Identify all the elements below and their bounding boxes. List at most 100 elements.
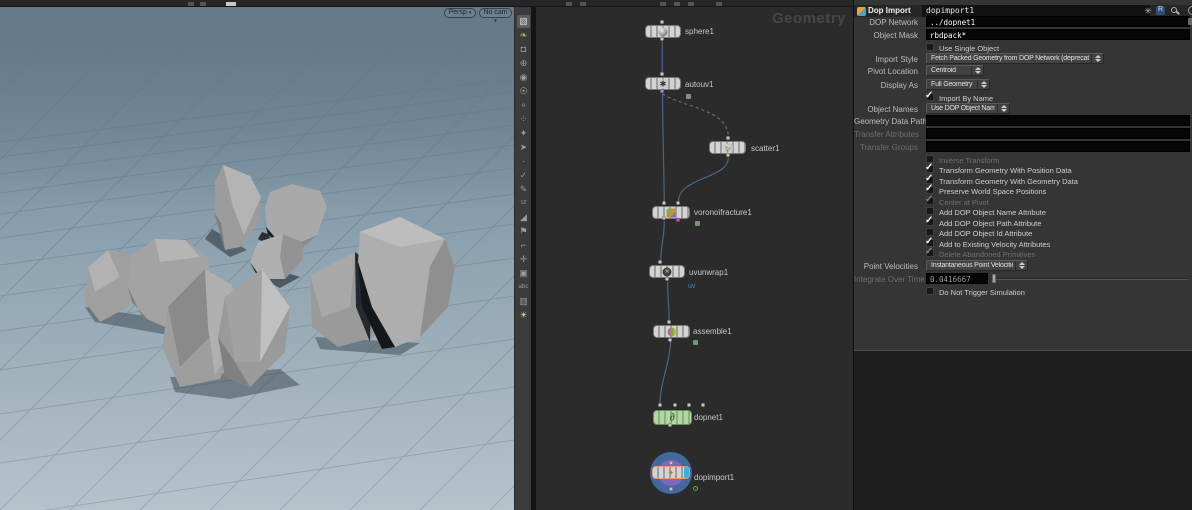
node-input-connector[interactable] [660, 72, 664, 76]
node-voronoifracture1[interactable] [652, 206, 690, 219]
transform-geometry-checkbox[interactable] [926, 176, 934, 184]
node-input-connector[interactable] [660, 20, 664, 24]
normals-icon[interactable]: ◢ [517, 211, 530, 224]
lock-icon[interactable]: ◘ [517, 43, 530, 56]
transform-position-checkbox[interactable] [926, 165, 934, 173]
toolbar-mini-icon[interactable] [188, 2, 194, 6]
toolbar-mini-icon[interactable] [674, 2, 680, 6]
node-input-connector[interactable] [669, 461, 673, 465]
object-names-select[interactable]: Use DOP Object Name [926, 103, 1010, 114]
text-abc-icon[interactable]: abc [517, 281, 530, 294]
parm-view-icon[interactable] [1156, 6, 1165, 15]
node-output-connector[interactable] [662, 216, 666, 220]
node-input-connector[interactable] [701, 403, 705, 407]
slider-track[interactable] [994, 278, 1188, 280]
use-single-object-checkbox[interactable] [926, 43, 934, 51]
parm-row-transfer-attributes: Transfer Attributes [854, 128, 1192, 140]
node-input-connector[interactable] [687, 403, 691, 407]
persp-view-button[interactable]: Persp ▾ [444, 8, 476, 18]
node-output-connector-secondary[interactable] [676, 218, 680, 222]
point-velocities-select[interactable]: Instantaneous Point Velocities [926, 260, 1028, 271]
foliage-icon[interactable]: ❧ [517, 29, 530, 42]
node-input-connector[interactable] [662, 201, 666, 205]
node-input-connector[interactable] [726, 136, 730, 140]
point-numbers-icon[interactable]: ¹² [517, 197, 530, 210]
toolbar-mini-icon[interactable] [688, 2, 694, 6]
gear-icon[interactable]: ⊕ [517, 57, 530, 70]
flag-icon[interactable]: ⚑ [517, 225, 530, 238]
help-icon[interactable] [1188, 6, 1192, 15]
gear-icon[interactable]: ✳ [1143, 6, 1153, 16]
node-input-connector[interactable] [673, 403, 677, 407]
node-output-connector[interactable] [665, 277, 669, 281]
display-flag[interactable] [684, 467, 689, 478]
node-input-connector[interactable] [667, 320, 671, 324]
import-style-select[interactable]: Fetch Packed Geometry from DOP Network (… [926, 53, 1104, 64]
toolbar-mini-icon[interactable] [200, 2, 206, 6]
node-output-connector[interactable] [668, 423, 672, 427]
node-output-connector[interactable] [660, 89, 664, 93]
do-not-trigger-checkbox[interactable] [926, 287, 934, 295]
node-input-connector[interactable] [658, 260, 662, 264]
display-as-select[interactable]: Full Geometry [926, 79, 990, 90]
node-input-connector[interactable] [658, 403, 662, 407]
view-tool-icon[interactable]: ▧ [517, 15, 530, 28]
toolbar-mini-icon[interactable] [226, 2, 236, 6]
node-autouv1[interactable]: ✱ [645, 77, 681, 90]
geometry-data-path-input[interactable] [926, 115, 1190, 126]
node-assemble1[interactable] [653, 325, 690, 338]
add-velocity-checkbox[interactable] [926, 239, 934, 247]
node-dopimport1[interactable]: ✦ [652, 466, 690, 479]
inverse-transform-checkbox[interactable] [926, 155, 934, 163]
camera-select-button[interactable]: No cam ▾ [479, 8, 512, 24]
ruler-icon[interactable]: ⌐ [517, 239, 530, 252]
star-icon[interactable]: ✦ [517, 127, 530, 140]
transfer-groups-input[interactable] [926, 141, 1190, 152]
pen-icon[interactable]: ✎ [517, 183, 530, 196]
node-label: dopnet1 [694, 413, 723, 422]
center-at-pivot-checkbox[interactable] [926, 197, 934, 205]
slider-handle[interactable] [992, 274, 996, 283]
toolbar-mini-icon[interactable] [716, 2, 722, 6]
key-icon[interactable]: ⚬ [517, 99, 530, 112]
dropdown-spinner-icon [1091, 54, 1103, 63]
add-id-attr-checkbox[interactable] [926, 228, 934, 236]
axis-icon[interactable]: ✛ [517, 253, 530, 266]
transfer-attributes-input[interactable] [926, 128, 1190, 139]
toolbar-mini-icon[interactable] [660, 2, 666, 6]
toolbar-mini-icon[interactable] [580, 2, 586, 6]
parm-label: DOP Network [869, 18, 918, 27]
check-icon[interactable]: ✓ [517, 169, 530, 182]
checkbox-label: Delete Abandoned Primitives [939, 250, 1036, 259]
parm-row-display-as: Display As Full Geometry [854, 79, 1192, 91]
headlight-icon[interactable]: ☀ [517, 309, 530, 322]
node-sphere1[interactable] [645, 25, 681, 38]
toolbar-mini-icon[interactable] [566, 2, 572, 6]
light-bulb-icon[interactable]: ☉ [517, 85, 530, 98]
integrate-over-time-input[interactable]: 0.0416667 [926, 273, 988, 284]
dot-icon[interactable]: · [517, 155, 530, 168]
add-path-attr-checkbox[interactable] [926, 218, 934, 226]
dop-network-input[interactable]: ../dopnet1 [926, 16, 1190, 27]
cursor-icon[interactable]: ➤ [517, 141, 530, 154]
search-icon[interactable] [1171, 7, 1177, 13]
viewport-3d[interactable]: Persp ▾ No cam ▾ [0, 7, 514, 510]
node-output-connector[interactable] [660, 37, 664, 41]
node-output-connector[interactable] [669, 487, 673, 491]
node-output-connector[interactable] [668, 338, 672, 342]
import-by-name-checkbox[interactable] [926, 93, 934, 101]
image-plane-icon[interactable]: ▥ [517, 295, 530, 308]
node-input-connector[interactable] [676, 201, 680, 205]
preserve-world-checkbox[interactable] [926, 186, 934, 194]
bounding-box-icon[interactable]: ▣ [517, 267, 530, 280]
node-chooser-icon[interactable] [1188, 18, 1192, 25]
pivot-location-select[interactable]: Centroid [926, 65, 984, 76]
node-output-connector[interactable] [726, 153, 730, 157]
camera-icon[interactable]: ◉ [517, 71, 530, 84]
object-mask-input[interactable]: rbdpack* [926, 29, 1190, 40]
node-dopnet1[interactable]: ∂ [653, 410, 692, 425]
add-name-attr-checkbox[interactable] [926, 207, 934, 215]
points-icon[interactable]: ⁘ [517, 113, 530, 126]
delete-abandoned-checkbox[interactable] [926, 249, 934, 257]
network-editor[interactable]: Geometry sphere1 ✱ autouv1 scatter1 voro… [536, 7, 853, 510]
